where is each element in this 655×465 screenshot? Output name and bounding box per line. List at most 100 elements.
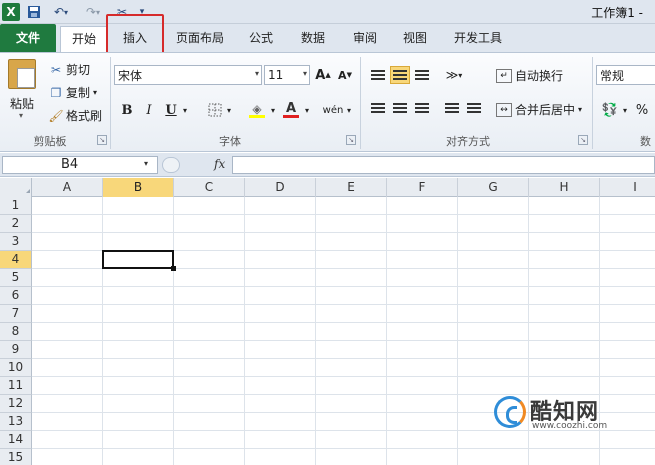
grid-line [315, 197, 316, 465]
row-header-3[interactable]: 3 [0, 233, 32, 251]
percent-button[interactable]: % [634, 101, 650, 119]
font-color-icon[interactable]: A [282, 101, 300, 119]
tools-icon[interactable]: ✂ [112, 3, 132, 21]
font-size-combo[interactable]: 11 ▾ [264, 65, 310, 85]
orientation-icon[interactable]: ≫ ▾ [442, 66, 466, 84]
insert-function-icon[interactable]: fx [214, 157, 225, 171]
grid-line [244, 197, 245, 465]
align-left-icon[interactable] [368, 99, 388, 117]
currency-dropdown-icon[interactable]: ▾ [620, 101, 630, 119]
group-label-alignment: 对齐方式 [446, 135, 490, 148]
fill-color-dropdown-icon[interactable]: ▾ [268, 101, 278, 119]
tab-developer[interactable]: 开发工具 [444, 26, 512, 52]
row-header-15[interactable]: 15 [0, 449, 32, 465]
fill-color-icon[interactable]: ◈ [248, 101, 266, 119]
coozhi-logo-icon [494, 396, 526, 428]
font-color-dropdown-icon[interactable]: ▾ [302, 101, 312, 119]
bold-button[interactable]: B [118, 101, 136, 119]
column-header-b[interactable]: B [103, 178, 174, 197]
row-header-5[interactable]: 5 [0, 269, 32, 287]
column-header-f[interactable]: F [387, 178, 458, 197]
column-header-a[interactable]: A [32, 178, 103, 197]
undo-icon[interactable]: ↶ ▾ [48, 3, 74, 21]
paste-icon [8, 59, 36, 89]
row-header-7[interactable]: 7 [0, 305, 32, 323]
underline-dropdown-icon[interactable]: ▾ [180, 101, 190, 119]
save-icon[interactable] [26, 3, 42, 21]
grid-line [32, 376, 655, 377]
fill-handle[interactable] [171, 266, 176, 271]
row-header-6[interactable]: 6 [0, 287, 32, 305]
column-header-g[interactable]: G [458, 178, 529, 197]
font-name-combo[interactable]: 宋体 ▾ [114, 65, 262, 85]
row-header-14[interactable]: 14 [0, 431, 32, 449]
tab-review[interactable]: 审阅 [342, 26, 388, 52]
currency-icon[interactable]: 💱 [600, 101, 620, 119]
customize-quick-access-icon[interactable]: ▾ [136, 3, 148, 21]
row-header-1[interactable]: 1 [0, 197, 32, 215]
clipboard-launcher-icon[interactable]: ↘ [97, 135, 107, 145]
italic-button[interactable]: I [140, 101, 158, 119]
formula-input[interactable] [232, 156, 655, 174]
row-header-9[interactable]: 9 [0, 341, 32, 359]
cut-button[interactable]: ✂ 剪切 [48, 61, 90, 78]
borders-dropdown-icon[interactable]: ▾ [224, 101, 234, 119]
grid-line [32, 322, 655, 323]
underline-button[interactable]: U [162, 101, 180, 119]
tab-home[interactable]: 开始 [60, 26, 108, 52]
shrink-font-button[interactable]: A ▼ [336, 66, 354, 84]
group-label-font: 字体 [219, 135, 241, 148]
align-center-icon[interactable] [390, 99, 410, 117]
phonetic-dropdown-icon[interactable]: ▾ [344, 101, 354, 119]
formula-bar: B4 ▾ fx [0, 153, 655, 177]
wrap-text-button[interactable]: ↵ 自动换行 [496, 67, 563, 84]
merge-center-button[interactable]: ↔ 合并后居中 ▾ [496, 101, 582, 118]
grid-line [32, 232, 655, 233]
decrease-indent-icon[interactable] [442, 99, 462, 117]
tab-page-layout[interactable]: 页面布局 [166, 26, 234, 52]
chevron-down-icon: ▾ [578, 105, 583, 114]
row-header-13[interactable]: 13 [0, 413, 32, 431]
borders-icon[interactable] [206, 101, 224, 119]
row-header-11[interactable]: 11 [0, 377, 32, 395]
align-top-icon[interactable] [368, 66, 388, 84]
grid-line [528, 197, 529, 465]
alignment-launcher-icon[interactable]: ↘ [578, 135, 588, 145]
formula-bar-divider[interactable] [162, 157, 180, 173]
phonetic-guide-icon[interactable]: wén [322, 101, 344, 119]
grid-line [173, 197, 174, 465]
row-header-12[interactable]: 12 [0, 395, 32, 413]
select-all-corner[interactable] [0, 178, 32, 197]
row-header-4[interactable]: 4 [0, 251, 32, 269]
tab-insert[interactable]: 插入 [110, 26, 160, 52]
watermark-url: www.coozhi.com [532, 421, 608, 431]
window-title: 工作簿1 - [591, 6, 643, 20]
align-right-icon[interactable] [412, 99, 432, 117]
format-painter-button[interactable]: 🖌 格式刷 [48, 107, 102, 124]
column-header-i[interactable]: I [600, 178, 655, 197]
excel-logo-icon[interactable]: X [2, 3, 20, 21]
row-header-10[interactable]: 10 [0, 359, 32, 377]
row-header-2[interactable]: 2 [0, 215, 32, 233]
tab-formulas[interactable]: 公式 [238, 26, 284, 52]
tab-file[interactable]: 文件 [0, 24, 56, 52]
increase-indent-icon[interactable] [464, 99, 484, 117]
row-header-8[interactable]: 8 [0, 323, 32, 341]
name-box[interactable]: B4 [2, 156, 158, 174]
column-header-h[interactable]: H [529, 178, 600, 197]
column-header-d[interactable]: D [245, 178, 316, 197]
tab-view[interactable]: 视图 [392, 26, 438, 52]
font-launcher-icon[interactable]: ↘ [346, 135, 356, 145]
column-header-e[interactable]: E [316, 178, 387, 197]
tab-data[interactable]: 数据 [290, 26, 336, 52]
align-bottom-icon[interactable] [412, 66, 432, 84]
grow-font-button[interactable]: A ▲ [314, 66, 332, 84]
chevron-down-icon[interactable]: ▾ [144, 159, 148, 168]
grid-line [102, 197, 103, 465]
align-middle-icon[interactable] [390, 66, 410, 84]
column-header-c[interactable]: C [174, 178, 245, 197]
copy-button[interactable]: ❐ 复制 ▾ [48, 84, 97, 101]
selected-cell[interactable] [102, 250, 174, 269]
number-format-combo[interactable]: 常规 [596, 65, 655, 85]
redo-icon[interactable]: ↷ ▾ [80, 3, 106, 21]
